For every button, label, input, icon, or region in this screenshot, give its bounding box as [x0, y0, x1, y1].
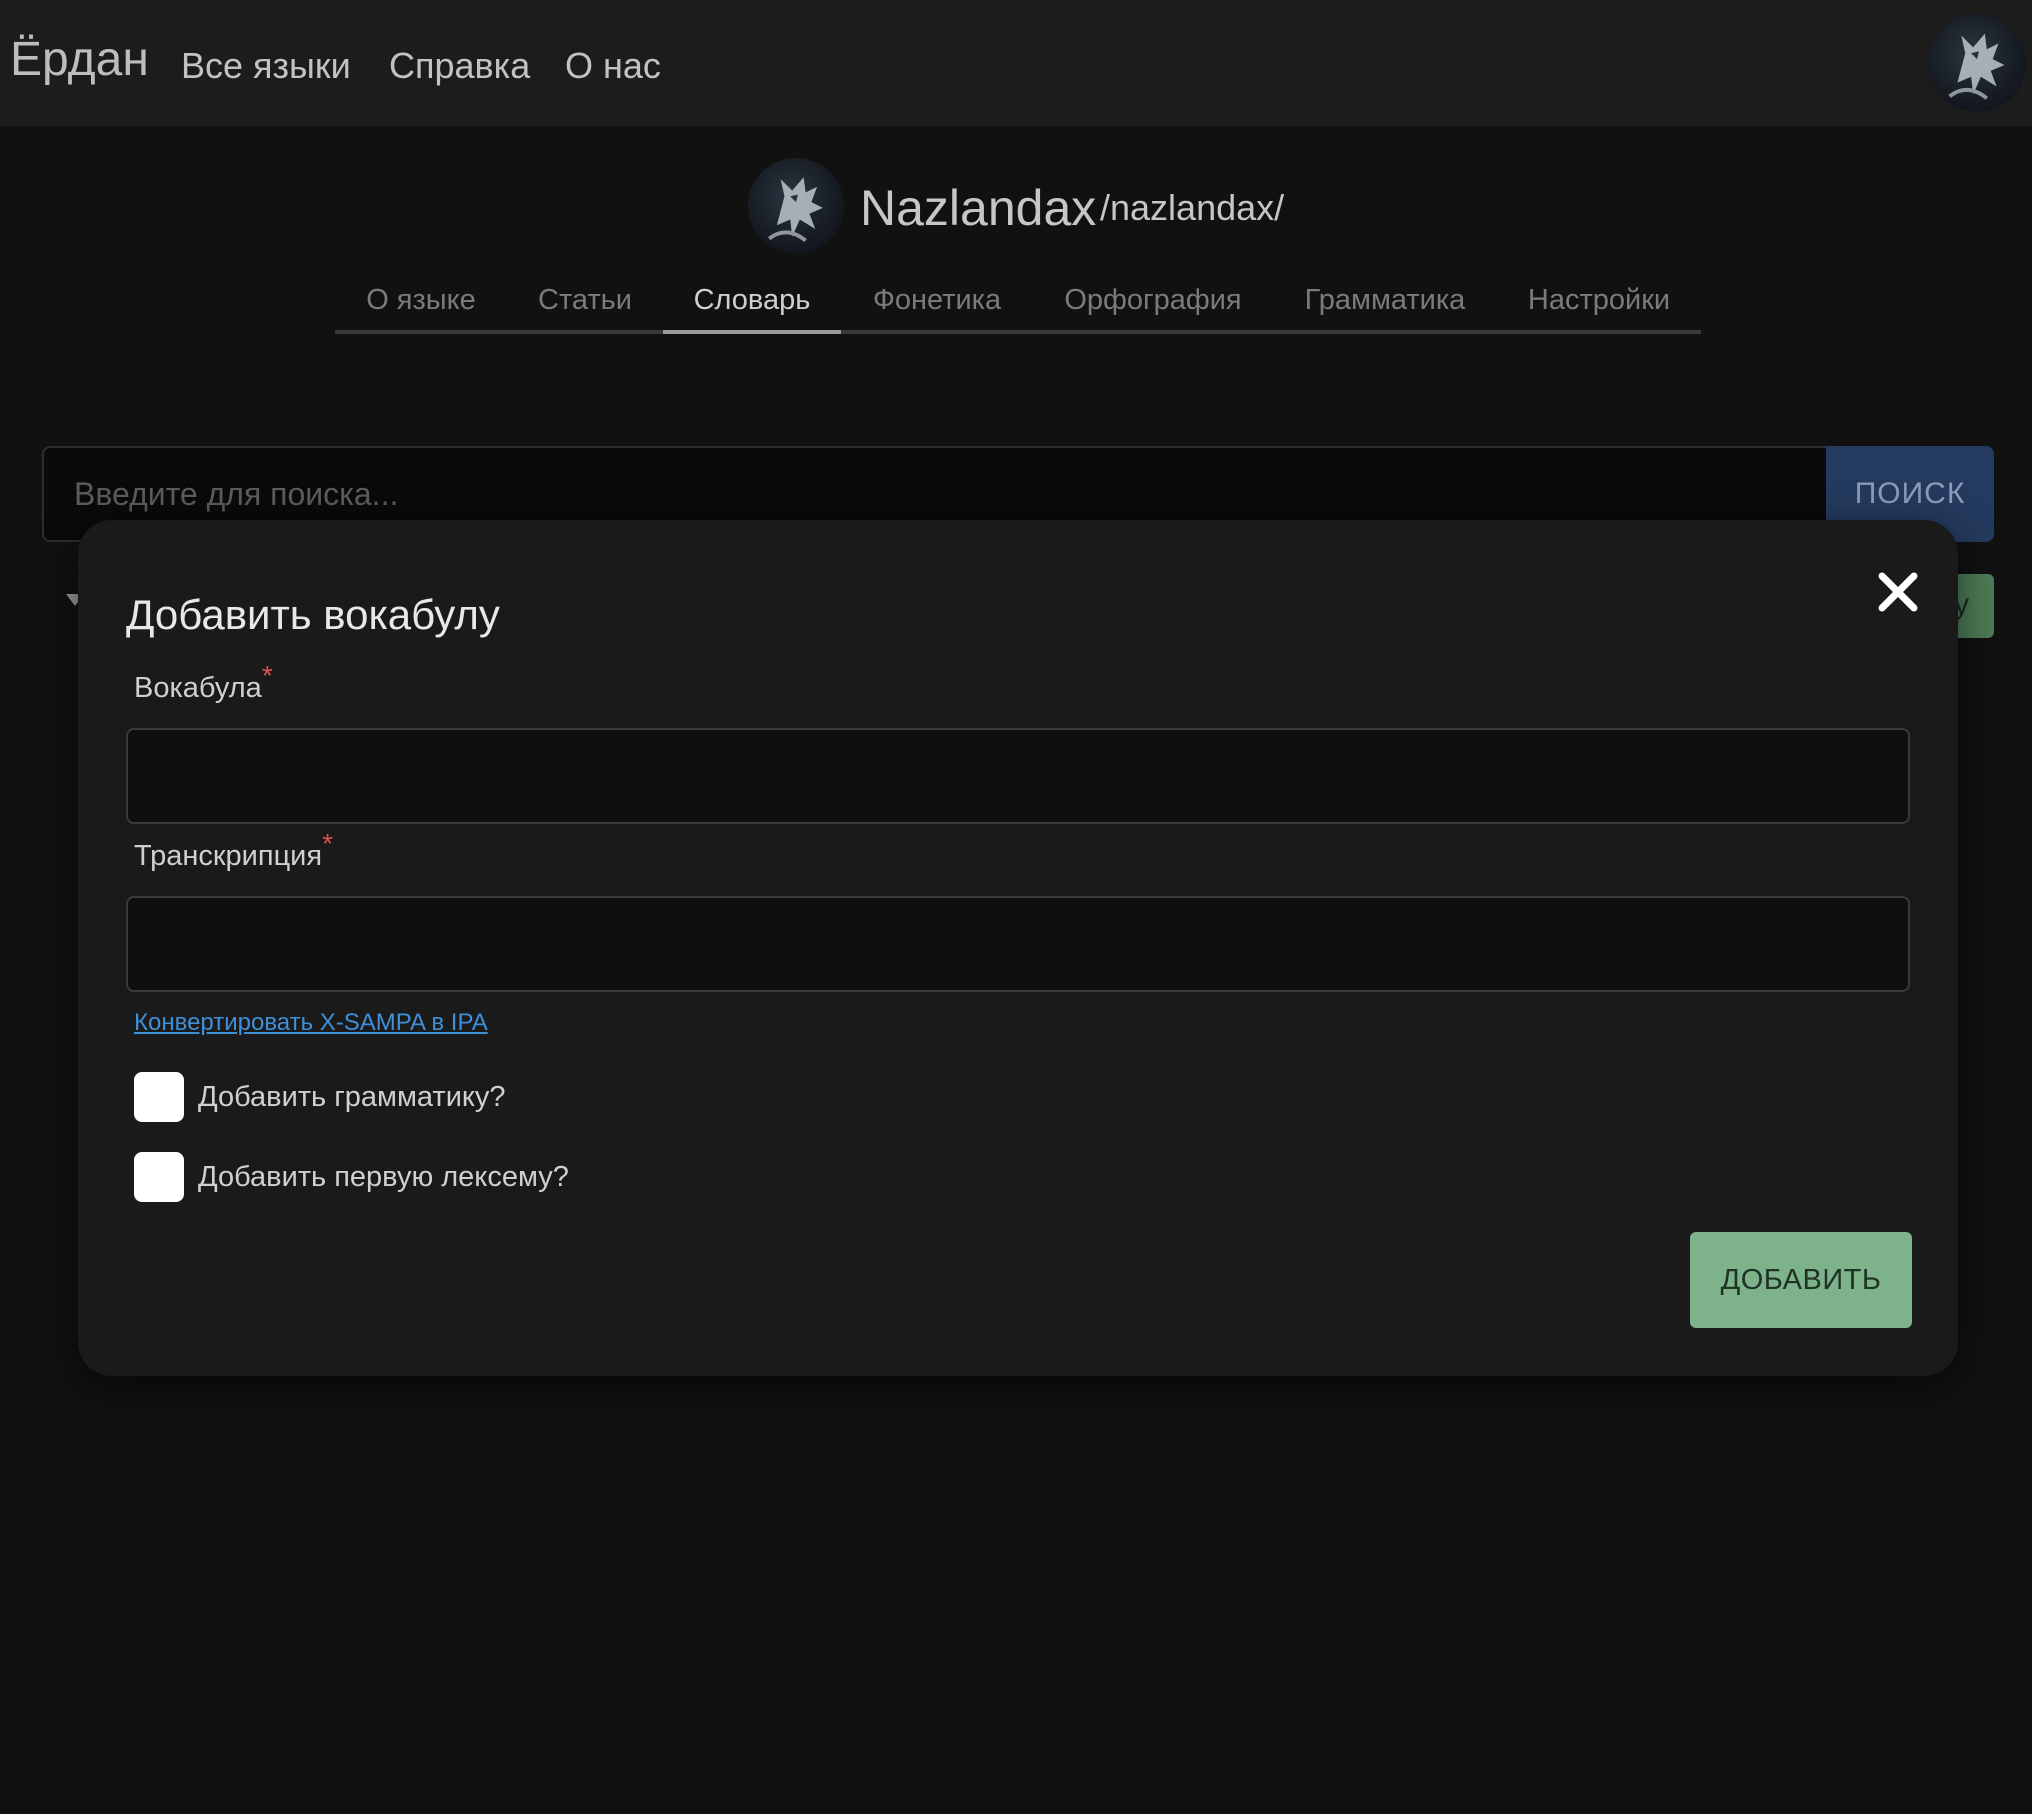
nav-link-help[interactable]: Справка	[389, 44, 530, 88]
nav-link-all-languages[interactable]: Все языки	[181, 44, 351, 88]
tab-grammar[interactable]: Грамматика	[1273, 272, 1497, 334]
convert-xsampa-link[interactable]: Конвертировать X-SAMPA в IPA	[134, 1008, 488, 1038]
add-lexeme-label: Добавить первую лексему?	[198, 1161, 569, 1193]
transcription-field-label: Транскрипция*	[134, 828, 333, 874]
nav-link-about[interactable]: О нас	[565, 44, 661, 88]
vocab-label-text: Вокабула	[134, 672, 262, 704]
vocab-field-label: Вокабула*	[134, 660, 273, 706]
language-avatar	[748, 158, 844, 254]
wolf-avatar-icon	[1948, 33, 2005, 100]
tab-about-language[interactable]: О языке	[335, 272, 507, 334]
close-icon	[1878, 572, 1918, 612]
language-name: Nazlandax	[860, 180, 1097, 236]
user-avatar[interactable]	[1928, 14, 2026, 112]
close-button[interactable]	[1868, 562, 1928, 622]
language-ipa: /nazlandax/	[1100, 187, 1285, 228]
submit-add-button[interactable]: ДОБАВИТЬ	[1690, 1232, 1912, 1328]
tab-orthography[interactable]: Орфография	[1033, 272, 1273, 334]
wolf-avatar-icon	[767, 177, 823, 243]
tab-articles[interactable]: Статьи	[507, 272, 663, 334]
top-navbar: Ёрдан Все языки Справка О нас	[0, 0, 2032, 126]
tab-settings[interactable]: Настройки	[1497, 272, 1701, 334]
add-lexeme-checkbox[interactable]	[134, 1152, 184, 1202]
brand-logo-link[interactable]: Ёрдан	[10, 30, 149, 90]
required-mark: *	[322, 828, 333, 859]
tab-phonetics[interactable]: Фонетика	[841, 272, 1033, 334]
add-grammar-label: Добавить грамматику?	[198, 1081, 506, 1113]
vocab-input[interactable]	[126, 728, 1910, 824]
required-mark: *	[261, 660, 273, 691]
transcription-input[interactable]	[126, 896, 1910, 992]
language-tabs: О языке Статьи Словарь Фонетика Орфограф…	[335, 272, 1701, 334]
add-grammar-checkbox[interactable]	[134, 1072, 184, 1122]
add-vocab-modal: Добавить вокабулу Вокабула* Транскрипция…	[78, 520, 1958, 1376]
transcription-label-text: Транскрипция	[134, 840, 323, 872]
tab-dictionary[interactable]: Словарь	[663, 272, 841, 334]
modal-title: Добавить вокабулу	[126, 591, 500, 638]
